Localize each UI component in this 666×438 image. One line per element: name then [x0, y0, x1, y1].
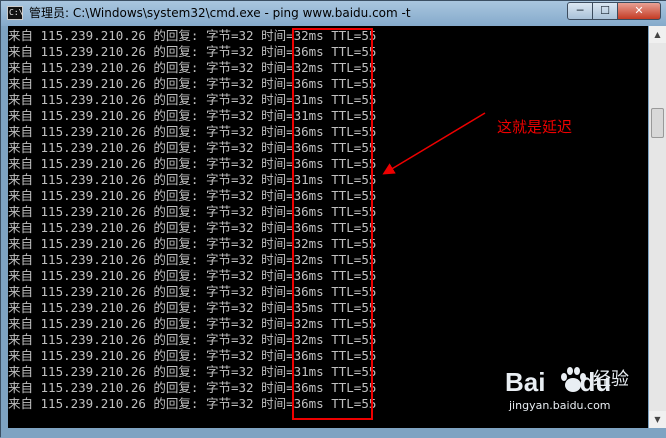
baidu-paw-icon — [561, 367, 586, 392]
latency-annotation: 这就是延迟 — [497, 118, 573, 136]
watermark-product: 经验 — [593, 369, 629, 390]
watermark-brand-bai: Bai — [505, 367, 546, 397]
watermark-url: jingyan.baidu.com — [509, 399, 611, 412]
baidu-jingyan-watermark: Bai du 经验 jingyan.baidu.com — [505, 365, 660, 415]
